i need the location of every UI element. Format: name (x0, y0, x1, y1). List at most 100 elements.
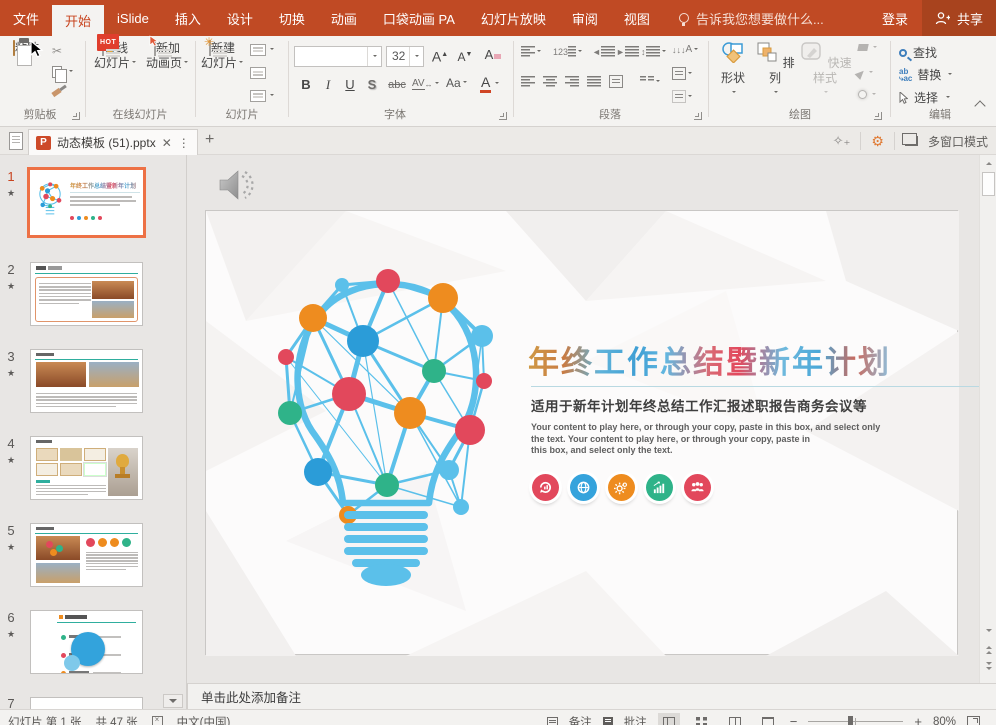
comments-toggle[interactable]: 批注 (624, 714, 647, 725)
paragraph-dialog-launcher[interactable] (694, 112, 702, 120)
tab-islide[interactable]: iSlide (104, 0, 162, 36)
tab-view[interactable]: 视图 (611, 0, 663, 36)
people-icon[interactable] (684, 474, 711, 501)
shapes-button[interactable]: 形状 (713, 41, 753, 101)
login-button[interactable]: 登录 (868, 0, 922, 36)
new-tab-button[interactable]: + (205, 131, 214, 149)
normal-view-button[interactable] (657, 712, 680, 725)
slide-thumbnail[interactable] (30, 610, 143, 674)
change-case-button[interactable]: Aa (446, 76, 467, 90)
text-shadow-button[interactable]: S (362, 75, 382, 95)
replace-button[interactable]: ab ⤷ac 替换 (899, 66, 953, 83)
numbering-button[interactable]: 123 (553, 46, 583, 57)
align-center-button[interactable] (543, 76, 557, 87)
new-animation-page-button[interactable]: 新加 动画页 (143, 35, 191, 71)
zoom-in-button[interactable]: + (914, 715, 922, 725)
font-color-button[interactable]: A (480, 74, 500, 93)
bold-button[interactable]: B (296, 75, 316, 95)
fit-slide-to-window-button[interactable] (967, 716, 980, 725)
decrease-indent-button[interactable]: ◄ (592, 46, 615, 57)
justify-button[interactable] (587, 76, 601, 87)
next-slide-button[interactable] (982, 661, 995, 674)
online-slides-button[interactable]: HOT 在线幻灯片 (90, 34, 140, 71)
new-slide-button[interactable]: ✳ 新建 幻灯片 (199, 35, 245, 71)
document-tab[interactable]: P 动态模板 (51).pptx ✕ ⋮ (28, 129, 198, 155)
tab-menu-icon[interactable]: ⋮ (178, 136, 190, 150)
tell-me-box[interactable]: 告诉我您想要做什么... (678, 0, 824, 36)
lightbulb-network-graphic[interactable] (246, 241, 526, 601)
bar-chart-icon[interactable] (646, 474, 673, 501)
layout-button[interactable] (250, 44, 274, 56)
font-size-combo[interactable]: 32 (386, 46, 424, 67)
shape-outline-button[interactable] (854, 65, 873, 80)
tab-slideshow[interactable]: 幻灯片放映 (468, 0, 559, 36)
cut-button[interactable]: ✂ (52, 44, 62, 58)
select-button[interactable]: 选择 (899, 89, 951, 106)
zoom-level[interactable]: 80% (933, 716, 956, 725)
slide-title[interactable]: 年终工作总结暨新年计划 (528, 337, 891, 382)
slide-body-text[interactable]: Your content to play here, or through yo… (531, 422, 880, 457)
slideshow-view-button[interactable] (757, 713, 779, 725)
spell-check-icon[interactable] (151, 715, 163, 725)
tab-file[interactable]: 文件 (0, 0, 52, 36)
close-tab-icon[interactable]: ✕ (162, 136, 172, 150)
slide-thumbnail[interactable] (30, 349, 143, 413)
clipboard-dialog-launcher[interactable] (72, 112, 80, 120)
tab-home[interactable]: 开始 (52, 5, 105, 36)
collapse-ribbon-button[interactable] (974, 100, 986, 112)
vertical-scrollbar[interactable] (979, 155, 996, 683)
shrink-font-button[interactable]: A▼ (455, 45, 475, 65)
reset-slide-button[interactable] (250, 67, 266, 79)
tab-pocket-animation[interactable]: 口袋动画 PA (370, 0, 468, 36)
tab-design[interactable]: 设计 (214, 0, 266, 36)
slide-sorter-view-button[interactable] (691, 713, 713, 725)
tab-review[interactable]: 审阅 (559, 0, 611, 36)
grow-font-button[interactable]: A▲ (430, 45, 450, 65)
columns-button[interactable] (640, 76, 660, 87)
slide-thumbnail[interactable] (30, 436, 143, 500)
magic-wand-icon[interactable]: ✧₊ (833, 133, 851, 149)
distributed-button[interactable] (609, 75, 623, 88)
line-spacing-button[interactable]: ↕ (641, 46, 666, 57)
audio-speaker-icon[interactable] (216, 166, 258, 206)
find-button[interactable]: 查找 (899, 44, 937, 61)
multi-window-mode-button[interactable]: 多窗口模式 (928, 133, 988, 150)
settings-gear-icon[interactable]: ⚙ (871, 133, 884, 150)
convert-smartart-button[interactable] (672, 90, 692, 103)
slide-thumbnail[interactable]: 年终工作总结暨新年计划 (27, 167, 146, 238)
scrollbar-thumb[interactable] (982, 172, 995, 196)
zoom-slider[interactable] (808, 716, 904, 725)
arrange-button[interactable]: 排列 (755, 41, 795, 101)
refresh-chart-icon[interactable] (532, 474, 559, 501)
slide-subtitle[interactable]: 适用于新年计划年终总结工作汇报述职报告商务会议等 (531, 395, 867, 415)
reading-view-button[interactable] (724, 713, 746, 725)
previous-slide-button[interactable] (982, 642, 995, 655)
underline-button[interactable]: U (340, 75, 360, 95)
shape-effects-button[interactable] (858, 90, 876, 99)
italic-button[interactable]: I (318, 75, 338, 95)
format-painter-button[interactable] (51, 87, 62, 98)
align-text-button[interactable] (672, 67, 692, 80)
copy-button[interactable] (52, 66, 73, 83)
slide-thumbnail[interactable] (30, 262, 143, 326)
character-spacing-button[interactable]: AV ↔ (412, 78, 439, 90)
notes-toggle[interactable]: 备注 (569, 714, 592, 725)
document-list-icon[interactable] (9, 132, 23, 150)
globe-icon[interactable] (570, 474, 597, 501)
tab-animations[interactable]: 动画 (318, 0, 370, 36)
scroll-up-button[interactable] (982, 157, 995, 170)
drawing-dialog-launcher[interactable] (874, 112, 882, 120)
zoom-out-button[interactable]: − (790, 715, 798, 725)
strikethrough-button[interactable]: abc (384, 75, 410, 95)
section-button[interactable] (250, 90, 274, 102)
increase-indent-button[interactable]: ► (616, 46, 639, 57)
bullets-button[interactable] (521, 46, 541, 57)
tab-transitions[interactable]: 切换 (266, 0, 318, 36)
shape-fill-button[interactable] (857, 44, 877, 51)
font-dialog-launcher[interactable] (499, 112, 507, 120)
language-indicator[interactable]: 中文(中国) (177, 714, 231, 725)
slide-canvas[interactable]: 年终工作总结暨新年计划 适用于新年计划年终总结工作汇报述职报告商务会议等 You… (205, 210, 996, 656)
gears-icon[interactable] (608, 474, 635, 501)
tab-insert[interactable]: 插入 (162, 0, 214, 36)
align-left-button[interactable] (521, 76, 535, 87)
